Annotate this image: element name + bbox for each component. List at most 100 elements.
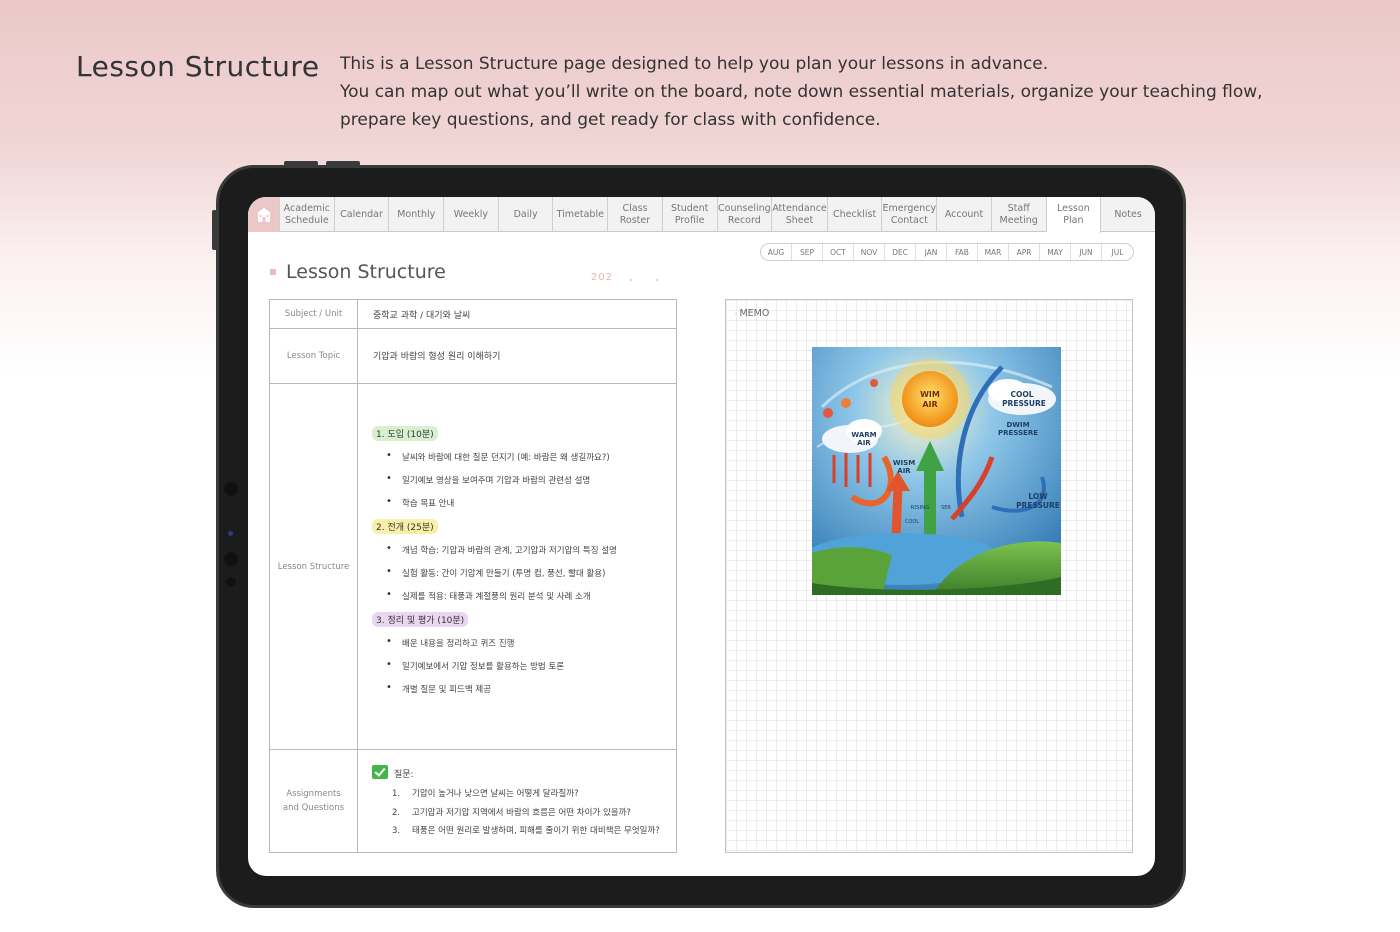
month-jan[interactable]: JAN: [916, 244, 947, 260]
questions-heading: 질문:: [394, 770, 414, 780]
page-title: Lesson Structure: [286, 261, 446, 283]
tab-lesson-plan[interactable]: Lesson Plan: [1046, 197, 1102, 233]
checkmark-icon: [372, 765, 388, 779]
tablet-screen: Academic Schedule Calendar Monthly Weekl…: [248, 197, 1155, 876]
tab-timetable[interactable]: Timetable: [553, 197, 609, 232]
intro-item-3: 학습 목표 안내: [386, 496, 454, 509]
topic-text: 기압과 바람의 형성 원리 이해하기: [373, 352, 501, 362]
question-1-number: 1.: [392, 789, 401, 799]
tab-monthly[interactable]: Monthly: [389, 197, 445, 232]
question-1: 1. 기압이 높거나 낮으면 날씨는 어떻게 달라질까?: [392, 787, 579, 799]
month-apr[interactable]: APR: [1009, 244, 1040, 260]
intro-item-1: 날씨와 바람에 대한 질문 던지기 (예: 바람은 왜 생길까요?): [386, 450, 610, 463]
intro-item-2: 일기예보 영상을 보여주며 기압과 바람의 관련성 설명: [386, 473, 590, 486]
tab-emergency-contact[interactable]: Emergency Contact: [882, 197, 938, 232]
sensor-dot-1: [224, 552, 238, 566]
home-tab[interactable]: [248, 197, 280, 232]
topic-label: Lesson Topic: [270, 329, 358, 383]
air-pressure-illustration: WIM AIR WARM AIR COOL PRESSURE WISM AIR …: [812, 347, 1061, 595]
month-oct[interactable]: OCT: [823, 244, 854, 260]
tab-calendar[interactable]: Calendar: [335, 197, 390, 232]
tab-counseling-record[interactable]: Counseling Record: [718, 197, 773, 232]
date-separator-dot-2: [656, 279, 658, 281]
question-3: 3. 태풍은 어떤 원리로 발생하며, 피해를 줄이기 위한 대비책은 무엇일까?: [392, 824, 660, 836]
page-title-block: Lesson Structure: [270, 261, 446, 283]
assignments-label: Assignments and Questions: [270, 750, 358, 852]
lesson-table: Subject / Unit 중학교 과학 / 대기와 날씨 Lesson To…: [269, 299, 677, 853]
illu-low-text-1: LOW: [1028, 492, 1048, 501]
illu-rising-text: RISING: [911, 505, 930, 511]
month-feb[interactable]: FAB: [947, 244, 978, 260]
date-separator-dot-1: [630, 279, 632, 281]
row-structure: Lesson Structure 1. 도입 (10분) 날씨와 바람에 대한 …: [270, 384, 676, 750]
camera-lens: [228, 531, 233, 536]
illu-low-text-2: PRESSURE: [1016, 501, 1060, 510]
tab-daily[interactable]: Daily: [499, 197, 554, 232]
illu-sun: [902, 371, 958, 427]
wrapup-item-3: 개별 질문 및 피드백 제공: [386, 682, 491, 695]
promo-desc-line-1: This is a Lesson Structure page designed…: [340, 54, 1049, 74]
memo-label: MEMO: [734, 308, 769, 319]
section-title-intro: 1. 도입 (10분): [372, 426, 438, 441]
wrapup-item-2: 일기예보에서 기압 정보를 활용하는 방법 토론: [386, 659, 564, 672]
tab-staff-meeting[interactable]: Staff Meeting: [992, 197, 1047, 232]
month-nov[interactable]: NOV: [854, 244, 885, 260]
month-dec[interactable]: DEC: [885, 244, 916, 260]
illu-warm-text-2: AIR: [857, 439, 871, 447]
camera-dot: [224, 482, 238, 496]
question-2: 2. 고기압과 저기압 지역에서 바람의 흐름은 어떤 차이가 있을까?: [392, 806, 631, 818]
tab-student-profile[interactable]: Student Profile: [663, 197, 718, 232]
illu-wism-text-2: AIR: [897, 467, 911, 475]
question-3-text: 태풍은 어떤 원리로 발생하며, 피해를 줄이기 위한 대비책은 무엇일까?: [412, 826, 660, 836]
month-sep[interactable]: SEP: [792, 244, 823, 260]
illu-sun-text-1: WIM: [920, 390, 940, 399]
question-1-text: 기압이 높거나 낮으면 날씨는 어떻게 달라질까?: [412, 789, 579, 799]
illu-cool-text-1: COOL: [1010, 390, 1033, 399]
month-jun[interactable]: JUN: [1071, 244, 1102, 260]
year-field[interactable]: 202: [591, 272, 613, 283]
wrapup-item-1: 배운 내용을 정리하고 퀴즈 진행: [386, 636, 515, 649]
illu-press-text-1: DWIM: [1006, 421, 1029, 429]
tab-notes[interactable]: Notes: [1101, 197, 1155, 232]
illu-red-rising-arrow: [891, 486, 903, 538]
question-2-text: 고기압과 저기압 지역에서 바람의 흐름은 어떤 차이가 있을까?: [412, 808, 631, 818]
title-marker: [270, 269, 276, 275]
illu-balloon-2: [841, 398, 851, 408]
illu-sun-text-2: AIR: [922, 400, 937, 409]
tab-attendance-sheet[interactable]: Attendance Sheet: [772, 197, 828, 232]
row-topic: Lesson Topic 기압과 바람의 형성 원리 이해하기: [270, 329, 676, 384]
illu-cool-small-text: COOL: [905, 519, 919, 525]
structure-value[interactable]: 1. 도입 (10분) 날씨와 바람에 대한 질문 던지기 (예: 바람은 왜 …: [358, 384, 676, 749]
illu-warm-text-1: WARM: [851, 431, 876, 439]
assignments-value[interactable]: 질문: 1. 기압이 높거나 낮으면 날씨는 어떻게 달라질까? 2. 고기압과 저…: [358, 750, 676, 852]
illu-ser-text: SER: [941, 505, 951, 511]
tab-checklist[interactable]: Checklist: [828, 197, 883, 232]
illu-cool-text-2: PRESSURE: [1002, 399, 1046, 408]
month-aug[interactable]: AUG: [761, 244, 792, 260]
question-3-number: 3.: [392, 826, 401, 836]
tablet-side-button: [212, 210, 217, 250]
illu-wism-text-1: WISM: [893, 459, 915, 467]
memo-panel[interactable]: MEMO: [725, 299, 1133, 853]
section-title-development: 2. 전개 (25분): [372, 519, 438, 534]
illu-press-text-2: PRESSERE: [998, 429, 1038, 437]
tab-class-roster[interactable]: Class Roster: [608, 197, 663, 232]
promo-desc-line-3: prepare key questions, and get ready for…: [340, 110, 881, 130]
row-assignments: Assignments and Questions 질문: 1. 기압이 높거나 …: [270, 750, 676, 852]
tab-weekly[interactable]: Weekly: [444, 197, 499, 232]
subject-value[interactable]: 중학교 과학 / 대기와 날씨: [358, 300, 676, 328]
section-title-wrapup: 3. 정리 및 평가 (10분): [372, 612, 469, 627]
row-subject: Subject / Unit 중학교 과학 / 대기와 날씨: [270, 300, 676, 329]
month-mar[interactable]: MAR: [978, 244, 1009, 260]
development-item-3: 실제를 적용: 태풍과 계절풍의 원리 분석 및 사례 소개: [386, 589, 591, 602]
month-jul[interactable]: JUL: [1102, 244, 1133, 260]
tab-academic-schedule[interactable]: Academic Schedule: [280, 197, 335, 232]
school-home-icon: [256, 207, 271, 222]
tablet-top-button-1: [284, 161, 318, 166]
illu-balloon-3: [870, 379, 878, 387]
month-may[interactable]: MAY: [1040, 244, 1071, 260]
month-selector: AUG SEP OCT NOV DEC JAN FAB MAR APR MAY …: [760, 243, 1134, 261]
topic-value[interactable]: 기압과 바람의 형성 원리 이해하기: [358, 329, 676, 383]
tab-account[interactable]: Account: [937, 197, 992, 232]
development-item-2: 실험 활동: 간이 기압계 만들기 (투명 컵, 풍선, 빨대 활용): [386, 566, 605, 579]
